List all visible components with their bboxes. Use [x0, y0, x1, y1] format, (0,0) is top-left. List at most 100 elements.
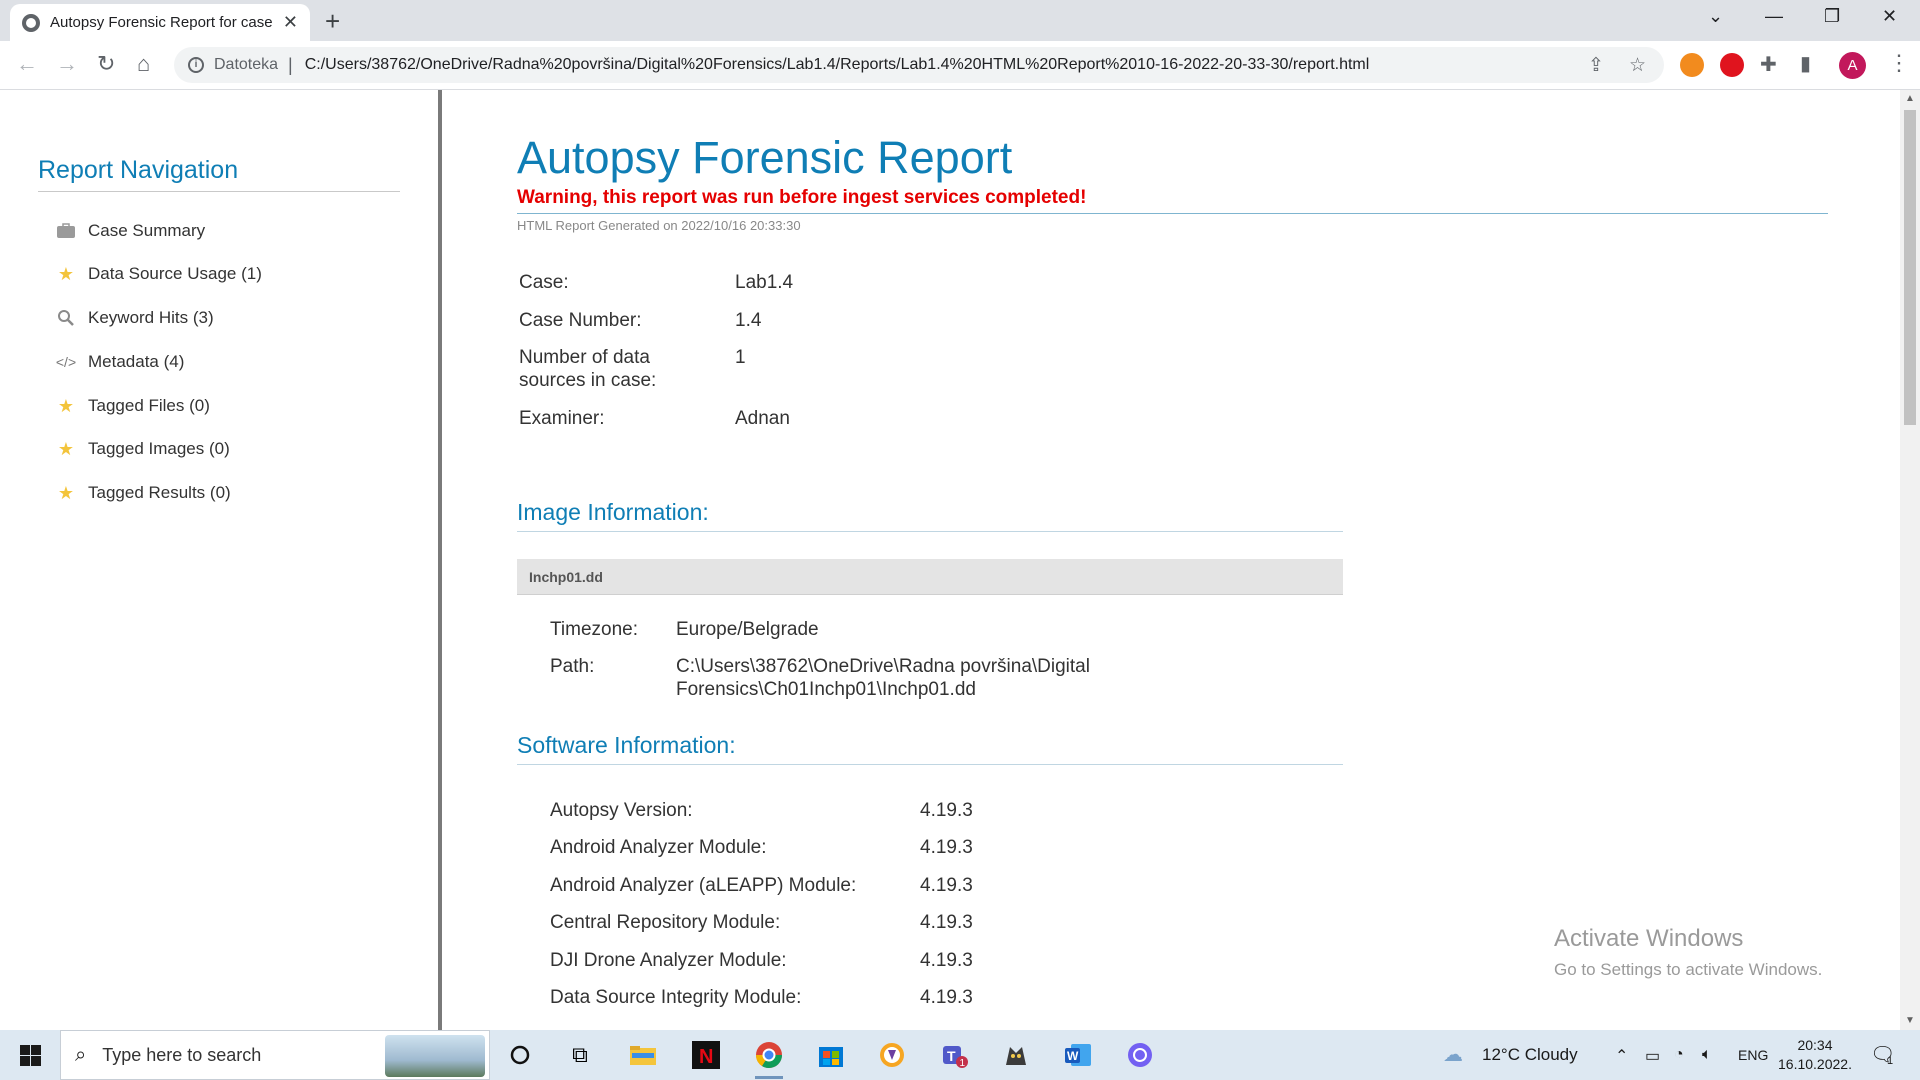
browser-toolbar: ← → ↻ ⌂ i Datoteka | C:/Users/38762/OneD… [0, 41, 1920, 90]
software-value: 4.19.3 [920, 837, 973, 858]
svg-text:T: T [947, 1048, 956, 1064]
chrome-icon[interactable] [745, 1036, 793, 1079]
scroll-down-arrow-icon[interactable]: ▼ [1905, 1015, 1915, 1026]
nav-divider [38, 191, 400, 192]
volume-icon[interactable]: 🔈︎ [1702, 1046, 1712, 1064]
star-icon: ★ [57, 263, 75, 284]
extension-orange-icon[interactable] [1680, 53, 1704, 77]
share-icon[interactable]: ⇪ [1588, 54, 1604, 77]
nav-item-label: Tagged Results (0) [88, 483, 231, 502]
search-placeholder: Type here to search [102, 1044, 262, 1065]
nav-item-tagged-files[interactable]: ★ Tagged Files (0) [56, 394, 210, 418]
url-text[interactable]: C:/Users/38762/OneDrive/Radna%20površina… [305, 56, 1370, 74]
globe-icon [22, 13, 40, 32]
home-icon[interactable]: ⌂ [137, 51, 150, 77]
side-panel-icon[interactable]: ▮ [1800, 51, 1811, 76]
nav-item-data-source-usage[interactable]: ★ Data Source Usage (1) [56, 262, 262, 286]
clock[interactable]: 20:34 16.10.2022. [1778, 1036, 1852, 1074]
restore-button[interactable]: ❐ [1824, 6, 1840, 27]
search-icon: ⌕ [75, 1043, 87, 1066]
path-value: C:\Users\38762\OneDrive\Radna površina\D… [676, 656, 1090, 700]
case-number-value: 1.4 [735, 310, 762, 331]
wifi-icon[interactable]: ◔ [1674, 1046, 1684, 1064]
title-divider [517, 213, 1828, 214]
examiner-value: Adnan [735, 408, 790, 429]
software-label: Autopsy Version: [550, 800, 693, 821]
nav-item-tagged-images[interactable]: ★ Tagged Images (0) [56, 437, 230, 461]
weather-text[interactable]: 12°C Cloudy [1482, 1045, 1578, 1065]
nav-item-label: Keyword Hits (3) [88, 308, 214, 327]
star-icon: ★ [57, 438, 75, 459]
browser-tab[interactable]: Autopsy Forensic Report for case ✕ [10, 4, 310, 41]
cloud-icon[interactable]: ☁ [1443, 1042, 1463, 1067]
back-arrow-icon[interactable]: ← [16, 51, 38, 77]
word-icon[interactable]: W [1054, 1036, 1102, 1074]
ingest-warning: Warning, this report was run before inge… [517, 187, 1087, 208]
nav-item-label: Data Source Usage (1) [88, 264, 262, 283]
nav-item-tagged-results[interactable]: ★ Tagged Results (0) [56, 481, 231, 505]
browser-app-icon[interactable] [868, 1036, 916, 1074]
new-tab-button[interactable]: + [325, 6, 340, 37]
scrollbar-thumb[interactable] [1904, 110, 1916, 425]
image-info-divider [517, 531, 1343, 532]
nav-item-metadata[interactable]: </> Metadata (4) [56, 350, 185, 374]
close-tab-icon[interactable]: ✕ [283, 12, 298, 33]
svg-text:N: N [699, 1046, 713, 1068]
address-bar[interactable]: i Datoteka | C:/Users/38762/OneDrive/Rad… [174, 47, 1664, 83]
briefcase-icon [56, 221, 76, 241]
viber-icon[interactable] [1116, 1036, 1164, 1074]
task-view-icon[interactable]: ⧉ [556, 1036, 604, 1074]
software-value: 4.19.3 [920, 800, 973, 821]
software-label: Android Analyzer Module: [550, 837, 767, 858]
reload-icon[interactable]: ↻ [97, 51, 115, 77]
software-label: Android Analyzer (aLEAPP) Module: [550, 875, 857, 896]
teams-icon[interactable]: T1 [930, 1036, 978, 1074]
path-label: Path: [550, 656, 595, 677]
software-label: DJI Drone Analyzer Module: [550, 950, 787, 971]
nav-item-keyword-hits[interactable]: Keyword Hits (3) [56, 306, 214, 330]
menu-kebab-icon[interactable]: ⋮ [1888, 50, 1910, 76]
case-label: Case: [519, 272, 569, 293]
language-indicator[interactable]: ENG [1738, 1047, 1768, 1063]
minimize-button[interactable]: — [1765, 6, 1783, 27]
tab-title: Autopsy Forensic Report for case [50, 14, 273, 31]
software-value: 4.19.3 [920, 987, 973, 1008]
timezone-label: Timezone: [550, 619, 638, 640]
battery-icon[interactable]: ▭ [1645, 1046, 1660, 1066]
close-window-button[interactable]: ✕ [1882, 6, 1897, 27]
autopsy-icon[interactable] [992, 1036, 1040, 1074]
star-icon: ★ [57, 395, 75, 416]
tab-search-chevron-icon[interactable]: ⌄ [1708, 6, 1723, 27]
report-navigation: Report Navigation Case Summary ★ Data So… [0, 90, 440, 1030]
svg-text:1: 1 [960, 1058, 966, 1069]
activate-windows-title: Activate Windows [1554, 925, 1744, 952]
data-sources-label: Number of data sources in case: [519, 347, 657, 391]
netflix-icon[interactable]: N [682, 1036, 730, 1074]
software-value: 4.19.3 [920, 912, 973, 933]
software-value: 4.19.3 [920, 875, 973, 896]
forward-arrow-icon[interactable]: → [56, 51, 78, 77]
omnibox-separator: | [288, 54, 293, 75]
taskbar-search-box[interactable]: ⌕ Type here to search [60, 1030, 490, 1080]
extensions-puzzle-icon[interactable]: ✚ [1760, 52, 1777, 77]
microsoft-store-icon[interactable] [807, 1036, 855, 1074]
scheme-label: Datoteka [214, 56, 279, 73]
cortana-icon[interactable] [496, 1036, 544, 1074]
windows-start-icon[interactable] [20, 1045, 41, 1066]
nav-item-label: Case Summary [88, 221, 206, 240]
avatar[interactable]: A [1839, 52, 1866, 79]
file-explorer-icon[interactable] [619, 1036, 667, 1074]
search-highlight-image [385, 1035, 485, 1077]
bookmark-star-icon[interactable]: ☆ [1629, 54, 1646, 77]
show-hidden-icons-chevron-icon[interactable]: ⌃ [1615, 1046, 1628, 1066]
software-label: Central Repository Module: [550, 912, 781, 933]
magnifier-icon [56, 308, 76, 328]
page-scrollbar[interactable]: ▲ ▼ [1900, 90, 1920, 1030]
nav-item-case-summary[interactable]: Case Summary [56, 219, 205, 243]
svg-text:W: W [1067, 1049, 1079, 1063]
activate-windows-subtitle: Go to Settings to activate Windows. [1554, 960, 1823, 979]
generated-timestamp: HTML Report Generated on 2022/10/16 20:3… [517, 218, 801, 233]
info-icon[interactable]: i [188, 57, 204, 73]
scroll-up-arrow-icon[interactable]: ▲ [1905, 93, 1915, 104]
extension-red-icon[interactable] [1720, 53, 1744, 77]
